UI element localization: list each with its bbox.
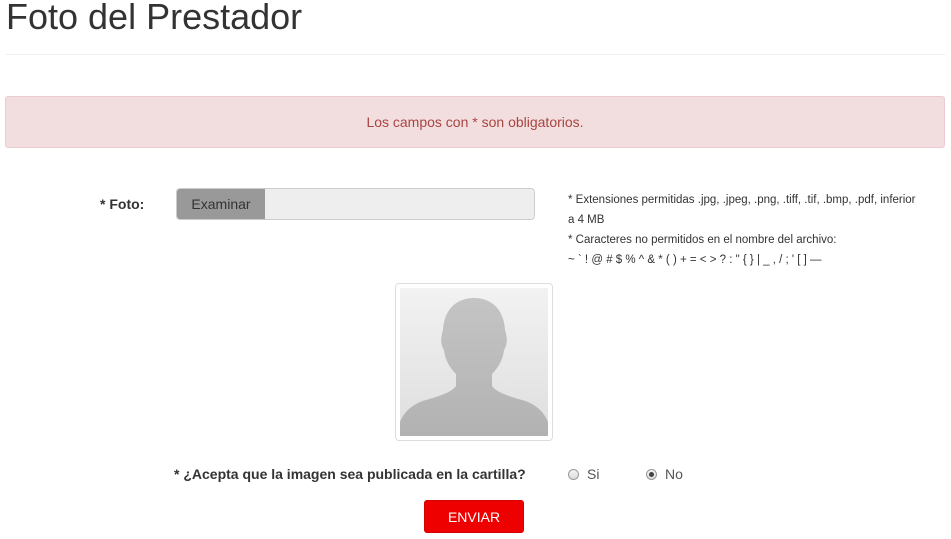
forbidden-chars-list: ~ ` ! @ # $ % ^ & * ( ) + = < > ? : " { …	[568, 254, 822, 266]
allowed-extensions-text: * Extensiones permitidas .jpg, .jpeg, .p…	[568, 194, 916, 226]
radio-si[interactable]: Si	[568, 466, 599, 482]
file-input[interactable]: Examinar	[176, 188, 535, 220]
radio-si-button[interactable]	[568, 468, 579, 480]
radio-no-button[interactable]	[646, 468, 657, 480]
radio-si-label: Si	[587, 466, 600, 482]
file-name-display[interactable]	[265, 189, 534, 219]
avatar-placeholder-icon	[400, 288, 548, 436]
radio-no-label: No	[665, 466, 683, 482]
upload-help: * Extensiones permitidas .jpg, .jpeg, .p…	[568, 190, 918, 270]
required-fields-alert: Los campos con * son obligatorios.	[5, 96, 945, 148]
page-title: Foto del Prestador	[6, 0, 303, 37]
publish-question: * ¿Acepta que la imagen sea publicada en…	[174, 466, 526, 482]
radio-no[interactable]: No	[646, 466, 683, 482]
photo-preview	[395, 283, 553, 441]
forbidden-chars-title: * Caracteres no permitidos en el nombre …	[568, 234, 837, 246]
radio-selected-dot	[649, 471, 654, 477]
alert-message: Los campos con * son obligatorios.	[366, 114, 584, 130]
title-divider	[6, 54, 945, 55]
submit-button[interactable]: ENVIAR	[424, 500, 524, 533]
foto-label: * Foto:	[100, 196, 145, 212]
browse-button[interactable]: Examinar	[177, 189, 265, 219]
